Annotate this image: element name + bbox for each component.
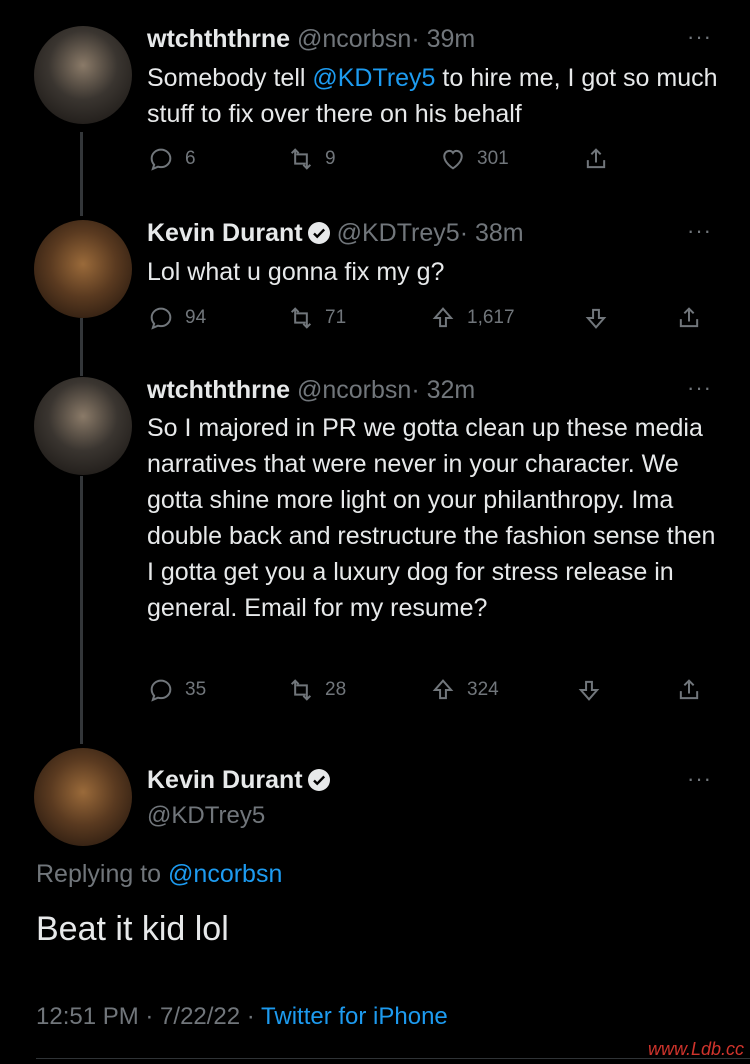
more-options-icon[interactable]: ··· [687, 218, 712, 244]
thread-line [80, 318, 83, 376]
verified-badge-icon [307, 222, 330, 244]
retweet-button[interactable]: 28 [287, 675, 346, 705]
retweet-count: 28 [325, 679, 347, 700]
thread-line [80, 476, 83, 744]
more-options-icon[interactable]: ··· [687, 766, 712, 792]
thread-line [80, 132, 83, 216]
upvote-count: 324 [467, 679, 499, 700]
timestamp[interactable]: · 32m [411, 376, 475, 404]
timestamp[interactable]: 12:51 PM · 7/22/22 · [36, 1003, 261, 1030]
display-name[interactable]: Kevin Durant [147, 766, 303, 794]
tweet-text: Somebody tell @KDTrey5 to hire me, I got… [147, 64, 718, 128]
display-name[interactable]: wtchththrne [147, 376, 290, 404]
share-icon [586, 148, 606, 169]
arrow-down-icon [578, 680, 600, 701]
share-icon [679, 307, 699, 328]
more-options-icon[interactable]: ··· [687, 375, 712, 401]
user-handle[interactable]: @ncorbsn [297, 376, 411, 404]
retweet-icon [290, 679, 312, 701]
more-options-icon[interactable]: ··· [687, 24, 712, 50]
avatar[interactable] [34, 26, 132, 124]
heart-icon [443, 149, 463, 170]
reply-count: 94 [185, 307, 207, 328]
retweet-button[interactable]: 71 [287, 303, 346, 333]
reply-icon [150, 307, 172, 330]
user-handle[interactable]: @KDTrey5 [147, 802, 265, 830]
tweet-meta: 12:51 PM · 7/22/22 · Twitter for iPhone [36, 1003, 448, 1031]
arrow-up-icon [432, 307, 454, 328]
timestamp[interactable]: · 39m [411, 25, 475, 53]
timestamp[interactable]: · 38m [460, 219, 524, 247]
action-bar: 35 28 324 [147, 675, 707, 705]
share-button[interactable] [582, 144, 610, 174]
tweet-header: wtchththrne @ncorbsn· 39m [147, 23, 475, 55]
share-button[interactable] [675, 675, 703, 705]
divider [36, 1058, 750, 1059]
like-count: 301 [477, 148, 509, 169]
avatar[interactable] [34, 748, 132, 846]
retweet-count: 9 [325, 148, 336, 169]
focal-header: Kevin Durant [147, 764, 337, 796]
tweet-text: Lol what u gonna fix my g? [147, 258, 445, 286]
action-bar: 94 71 1,617 [147, 303, 707, 333]
user-handle[interactable]: @KDTrey5 [337, 219, 460, 247]
upvote-count: 1,617 [467, 307, 515, 328]
reply-icon [150, 679, 172, 702]
verified-badge-icon [307, 769, 330, 791]
tweet-header: Kevin Durant @KDTrey5· 38m [147, 217, 524, 249]
display-name[interactable]: wtchththrne [147, 25, 290, 53]
arrow-down-icon [585, 308, 607, 329]
retweet-button[interactable]: 9 [287, 144, 336, 174]
share-icon [679, 679, 699, 700]
avatar[interactable] [34, 220, 132, 318]
focal-tweet-text: Beat it kid lol [36, 910, 229, 948]
arrow-up-icon [432, 679, 454, 700]
avatar[interactable] [34, 377, 132, 475]
upvote-button[interactable]: 1,617 [429, 303, 515, 333]
tweet-header: wtchththrne @ncorbsn· 32m [147, 374, 475, 406]
user-handle[interactable]: @ncorbsn [297, 25, 411, 53]
reply-count: 6 [185, 148, 196, 169]
watermark: www.Ldb.cc [647, 1039, 744, 1059]
tweet-text: So I majored in PR we gotta clean up the… [147, 414, 716, 622]
source-link[interactable]: Twitter for iPhone [261, 1003, 448, 1030]
share-button[interactable] [675, 303, 703, 333]
reply-button[interactable]: 94 [147, 303, 206, 333]
reply-button[interactable]: 35 [147, 675, 206, 705]
retweet-count: 71 [325, 307, 347, 328]
reply-button[interactable]: 6 [147, 144, 196, 174]
upvote-button[interactable]: 324 [429, 675, 499, 705]
like-button[interactable]: 301 [439, 144, 509, 174]
reply-icon [150, 148, 172, 171]
retweet-icon [290, 307, 312, 329]
action-bar: 6 9 301 [147, 144, 707, 174]
downvote-button[interactable] [575, 675, 603, 705]
replying-to: Replying to @ncorbsn [36, 860, 283, 888]
display-name[interactable]: Kevin Durant [147, 219, 303, 247]
replying-to-link[interactable]: @ncorbsn [168, 860, 282, 888]
reply-count: 35 [185, 679, 207, 700]
mention-link[interactable]: @KDTrey5 [312, 64, 435, 92]
retweet-icon [290, 148, 312, 170]
downvote-button[interactable] [582, 303, 610, 333]
